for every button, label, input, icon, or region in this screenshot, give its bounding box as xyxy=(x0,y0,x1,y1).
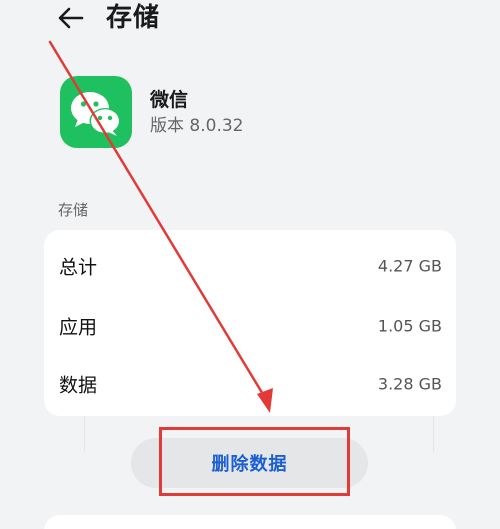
wechat-icon xyxy=(60,76,132,148)
storage-row-value: 1.05 GB xyxy=(377,316,442,336)
storage-row-data: 数据 3.28 GB xyxy=(44,354,456,414)
app-version: 版本 8.0.32 xyxy=(150,116,244,136)
app-name: 微信 xyxy=(150,89,189,111)
top-bar: 存储 xyxy=(0,0,500,40)
arrow-left-icon xyxy=(58,7,84,29)
storage-row-app: 应用 1.05 GB xyxy=(44,296,456,356)
storage-row-label: 总计 xyxy=(59,256,98,279)
storage-row-value: 3.28 GB xyxy=(377,374,442,394)
page-title: 存储 xyxy=(106,3,161,33)
storage-card: 总计 4.27 GB 应用 1.05 GB 数据 3.28 GB xyxy=(44,230,456,416)
storage-row-label: 数据 xyxy=(59,374,98,397)
storage-row-value: 4.27 GB xyxy=(377,256,442,276)
delete-data-button[interactable]: 删除数据 xyxy=(131,438,368,488)
storage-row-total: 总计 4.27 GB xyxy=(44,236,456,296)
storage-section-label: 存储 xyxy=(58,201,89,219)
back-button[interactable] xyxy=(56,4,88,32)
storage-row-label: 应用 xyxy=(59,316,98,339)
next-card xyxy=(44,515,456,529)
